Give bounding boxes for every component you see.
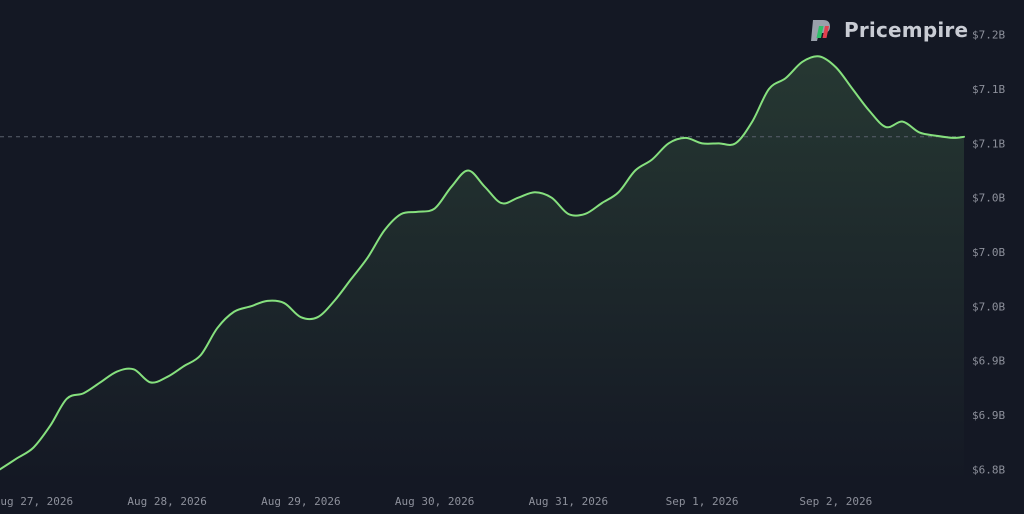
price-chart: $7.2B $7.1B $7.1B $7.0B $7.0B $7.0B $6.9B $6.9B… — [0, 29, 1005, 508]
y-tick-label: $6.8B — [972, 463, 1005, 476]
y-tick-label: $6.9B — [972, 355, 1005, 368]
y-tick-label: $7.0B — [972, 246, 1005, 259]
area-fill — [0, 56, 964, 485]
x-tick-label: Aug 27, 2026 — [0, 495, 73, 508]
x-tick-label: Aug 29, 2026 — [261, 495, 340, 508]
y-tick-label: $7.1B — [972, 137, 1005, 150]
x-axis-ticks: Aug 27, 2026 Aug 28, 2026 Aug 29, 2026 Aug … — [0, 495, 872, 508]
brand-name: Pricempire — [844, 18, 969, 42]
y-tick-label: $7.2B — [972, 29, 1005, 42]
y-tick-label: $6.9B — [972, 409, 1005, 422]
y-tick-label: $7.1B — [972, 83, 1005, 96]
x-tick-label: Aug 28, 2026 — [127, 495, 206, 508]
pricempire-logo-icon — [811, 20, 830, 41]
y-tick-label: $7.0B — [972, 192, 1005, 205]
brand: Pricempire — [808, 14, 968, 46]
x-tick-label: Aug 31, 2026 — [529, 495, 608, 508]
x-tick-label: Sep 2, 2026 — [799, 495, 872, 508]
x-tick-label: Aug 30, 2026 — [395, 495, 474, 508]
y-tick-label: $7.0B — [972, 300, 1005, 313]
x-tick-label: Sep 1, 2026 — [666, 495, 739, 508]
chart-container: $7.2B $7.1B $7.1B $7.0B $7.0B $7.0B $6.9B $6.9B… — [0, 0, 1024, 514]
y-axis-ticks: $7.2B $7.1B $7.1B $7.0B $7.0B $7.0B $6.9B $6.9B… — [972, 29, 1005, 477]
